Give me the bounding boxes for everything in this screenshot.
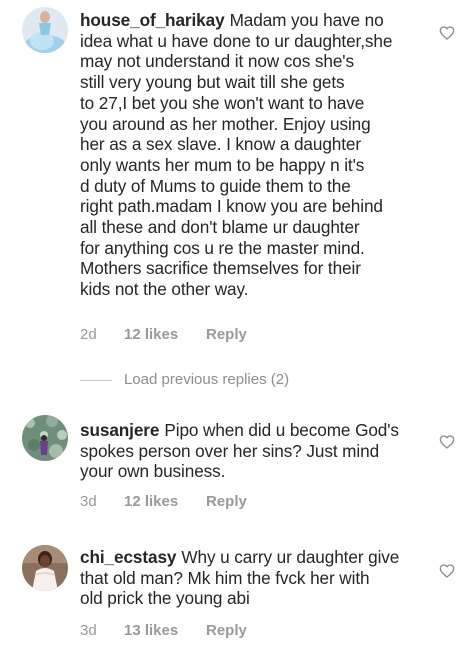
comment-line: only wants her mum to be happy n it's (80, 154, 365, 175)
avatar[interactable] (22, 545, 68, 591)
comment-line: idea what u have done to ur daughter,she (80, 30, 393, 51)
comment-line: still very young but wait till she gets (80, 72, 345, 93)
comment-line: d duty of Mums to guide them to the (80, 175, 351, 196)
comments-thread: house_of_harikay Madam you have no idea w… (0, 0, 464, 650)
comment-line: for anything cos u re the master mind. (80, 237, 365, 258)
comment-line: all these and don't blame ur daughter (80, 217, 360, 238)
reply-button[interactable]: Reply (206, 326, 247, 343)
username[interactable]: house_of_harikay (80, 10, 225, 30)
comment-line: old prick the young abi (80, 588, 250, 609)
comment-line: may not understand it now cos she's (80, 51, 354, 72)
likes-count[interactable]: 13 likes (124, 622, 206, 639)
heart-outline-icon[interactable] (439, 563, 455, 579)
comment-line: Madam you have no (229, 10, 384, 30)
heart-outline-icon[interactable] (439, 434, 455, 450)
likes-count[interactable]: 12 likes (124, 326, 206, 343)
comment-line: Mothers sacrifice themselves for their (80, 258, 361, 279)
comment-line: spokes person over her sins? Just mind (80, 440, 380, 461)
comment-line: right path.madam I know you are behind (80, 196, 383, 217)
comment-line: you around as her mother. Enjoy using (80, 113, 371, 134)
comment-line: her as a sex slave. I know a daughter (80, 134, 362, 155)
likes-count[interactable]: 12 likes (124, 493, 206, 510)
comment-meta: 3d 13 likes Reply (80, 622, 247, 639)
comment-meta: 3d 12 likes Reply (80, 493, 247, 510)
timestamp: 3d (80, 493, 97, 510)
comment-line: Why u carry ur daughter give (181, 547, 400, 567)
username[interactable]: susanjere (80, 420, 159, 440)
comment-line: your own business. (80, 461, 226, 482)
load-previous-replies[interactable]: Load previous replies (2) (124, 371, 289, 388)
reply-button[interactable]: Reply (206, 493, 247, 510)
heart-outline-icon[interactable] (439, 25, 455, 41)
comment-body: susanjere Pipo when did u become God's sp… (80, 420, 425, 482)
comment-line: Pipo when did u become God's (164, 420, 399, 440)
comment-meta: 2d 12 likes Reply (80, 326, 247, 343)
divider-line (80, 380, 112, 381)
comment-line: that old man? Mk him the fvck her with (80, 567, 370, 588)
username[interactable]: chi_ecstasy (80, 547, 176, 567)
timestamp: 2d (80, 326, 97, 343)
timestamp: 3d (80, 622, 97, 639)
comment-line: to 27,I bet you she won't want to have (80, 92, 365, 113)
comment-line: kids not the other way. (80, 279, 249, 300)
avatar[interactable] (22, 415, 68, 461)
comment-body: chi_ecstasy Why u carry ur daughter give … (80, 547, 425, 609)
reply-button[interactable]: Reply (206, 622, 247, 639)
avatar[interactable] (22, 7, 68, 53)
comment-body: house_of_harikay Madam you have no idea w… (80, 10, 425, 300)
